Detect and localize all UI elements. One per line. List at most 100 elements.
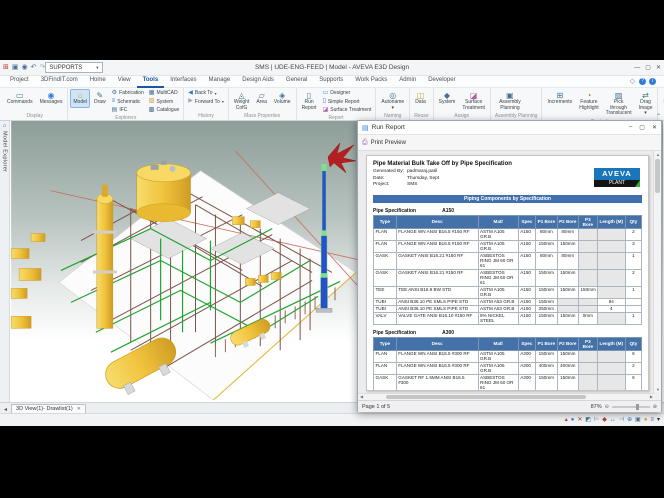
- designer-button[interactable]: ▭Designer: [321, 89, 374, 98]
- table-cell: FLANGE WN ANSI B16.5 #150 RF: [396, 240, 478, 252]
- run-report-button[interactable]: ▯Run Report: [299, 89, 320, 113]
- view-tab-3d[interactable]: 3D View(1)- Drawlist(1) ✕: [11, 404, 86, 413]
- system-button[interactable]: ◆System: [436, 89, 459, 108]
- run-button[interactable]: ⊙Run: [660, 89, 664, 108]
- close-button[interactable]: ✕: [656, 63, 661, 73]
- draw-button[interactable]: ✎Draw: [91, 89, 109, 108]
- status-icon[interactable]: ⊕: [627, 416, 632, 424]
- fabrication-button[interactable]: ⚙Fabrication: [110, 89, 146, 98]
- catalogue-button[interactable]: ▩Catalogue: [147, 106, 181, 115]
- tab-interfaces[interactable]: Interfaces: [164, 75, 202, 88]
- status-icon[interactable]: ≡: [650, 416, 654, 424]
- print-preview-label[interactable]: Print Preview: [371, 140, 406, 146]
- commands-button[interactable]: ▭Commands: [4, 89, 36, 108]
- status-icon[interactable]: ▾: [657, 416, 660, 424]
- styles-icon[interactable]: ◇: [629, 78, 636, 85]
- tab-manage[interactable]: Manage: [203, 75, 237, 88]
- zoom-slider[interactable]: [612, 406, 650, 408]
- tab-scroll-left-icon[interactable]: ◂: [2, 406, 9, 413]
- tab-supports[interactable]: Supports: [313, 75, 349, 88]
- view-tab-close-icon[interactable]: ✕: [77, 406, 81, 412]
- section-header: Pipe SpecificationA150: [373, 208, 642, 214]
- feature-highlight-button[interactable]: ◔Feature Highlight: [576, 89, 601, 113]
- tab-view[interactable]: View: [112, 75, 137, 88]
- scroll-down-icon[interactable]: ▼: [654, 387, 662, 392]
- dialog-minimize-button[interactable]: –: [629, 124, 632, 131]
- system-button[interactable]: ▧System: [147, 98, 181, 107]
- zoom-slider-thumb[interactable]: [636, 404, 639, 410]
- status-icon[interactable]: ✕: [577, 416, 582, 424]
- simple-report-button[interactable]: ▯Simple Report: [321, 98, 374, 107]
- status-icon[interactable]: ▣: [635, 416, 641, 424]
- model-button[interactable]: ⌂Model: [70, 89, 90, 108]
- zoom-in-icon[interactable]: ⊕: [653, 404, 657, 410]
- messages-button[interactable]: ◉Messages: [37, 89, 66, 108]
- drag-image-button[interactable]: ⇄Drag Image ▾: [636, 89, 656, 119]
- tab-developer[interactable]: Developer: [422, 75, 461, 88]
- ribbon-group-naming: ◎Autoname ▾Naming: [376, 88, 410, 120]
- ribbon-collapse-button[interactable]: ⌃: [656, 113, 661, 120]
- tab-3dfindit-com[interactable]: 3DFindIT.com: [35, 75, 84, 88]
- status-icon[interactable]: ▴: [565, 416, 568, 424]
- tab-general[interactable]: General: [280, 75, 313, 88]
- horizontal-scroll-thumb[interactable]: [386, 395, 586, 399]
- pick-through-translucent-button[interactable]: ▨Pick through Translucent: [603, 89, 635, 119]
- tab-tools[interactable]: Tools: [137, 75, 165, 88]
- scroll-up-icon[interactable]: ▲: [654, 152, 662, 157]
- tab-project[interactable]: Project: [4, 75, 35, 88]
- increments-button[interactable]: ⊞Increments: [544, 89, 575, 108]
- multicad-button[interactable]: ▦MultiCAD: [147, 89, 181, 98]
- forward-to-button[interactable]: ▶Forward To▾: [186, 98, 226, 107]
- app-menu-icon[interactable]: ⊞: [3, 63, 9, 72]
- minimize-button[interactable]: —: [634, 63, 640, 73]
- tab-work-packs[interactable]: Work Packs: [349, 75, 393, 88]
- column-header: Qty: [625, 337, 641, 350]
- tab-design-aids[interactable]: Design Aids: [236, 75, 280, 88]
- vertical-scroll-thumb[interactable]: [655, 159, 660, 193]
- preview-vertical-scrollbar[interactable]: ▲ ▼: [653, 151, 661, 393]
- volume-button[interactable]: ◈Volume: [271, 89, 294, 108]
- table-cell: 150mm: [536, 350, 557, 362]
- assembly-planning-button[interactable]: ▣Assembly Planning: [493, 89, 527, 113]
- status-icon[interactable]: ●: [644, 416, 648, 424]
- scroll-left-icon[interactable]: ◀: [360, 394, 363, 399]
- schematic-button[interactable]: ≡Schematic: [110, 98, 146, 107]
- help-icon[interactable]: ?: [639, 78, 646, 85]
- tab-home[interactable]: Home: [84, 75, 112, 88]
- status-icon[interactable]: ●: [571, 416, 575, 424]
- status-icon[interactable]: ⊣: [619, 416, 624, 424]
- restore-button[interactable]: ▢: [645, 63, 651, 73]
- model-explorer-tab[interactable]: Model Explorer: [2, 131, 8, 172]
- about-icon[interactable]: i: [649, 78, 656, 85]
- ifc-button[interactable]: ▤IFC: [110, 106, 146, 115]
- dialog-close-button[interactable]: ✕: [652, 124, 657, 131]
- surface-treatment-button[interactable]: ◪Surface Treatment: [459, 89, 488, 113]
- autoname-button[interactable]: ◎Autoname ▾: [378, 89, 407, 113]
- status-icon[interactable]: ◆: [602, 416, 607, 424]
- back-to-button[interactable]: ◀Back To▾: [186, 89, 226, 98]
- surface-treatment-button[interactable]: ◪Surface Treatment: [321, 106, 374, 115]
- redo-icon[interactable]: ↷: [39, 63, 45, 72]
- back-to-icon: ◀: [188, 90, 193, 97]
- dialog-title-bar[interactable]: ▤ Run Report –▢✕: [358, 121, 661, 135]
- tab-admin[interactable]: Admin: [393, 75, 422, 88]
- scroll-right-icon[interactable]: ▶: [650, 394, 653, 399]
- column-header: Matl: [478, 215, 518, 228]
- zoom-out-icon[interactable]: ⊖: [605, 404, 609, 410]
- save-icon[interactable]: ▣: [12, 63, 19, 72]
- area-button[interactable]: ▱Area: [253, 89, 270, 108]
- print-preview-icon[interactable]: ⎙: [362, 139, 368, 147]
- status-icon[interactable]: ⊢: [594, 416, 599, 424]
- pipe-spec-value: A150: [442, 208, 454, 214]
- weight-cofg-button[interactable]: ◬Weight CofG: [231, 89, 252, 113]
- button-label: Pick through Translucent: [606, 100, 632, 117]
- status-icon[interactable]: ◩: [585, 416, 591, 424]
- quick-access-combo[interactable]: SUPPORTS ▼: [45, 62, 103, 73]
- data-button[interactable]: ◫Data: [412, 89, 429, 108]
- undo-icon[interactable]: ↶: [31, 63, 37, 72]
- plug-icon[interactable]: ◉: [22, 63, 28, 72]
- preview-horizontal-scrollbar[interactable]: ◀ ▶: [358, 393, 655, 400]
- status-icon[interactable]: ↔: [610, 416, 616, 424]
- print-preview-area[interactable]: Pipe Material Bulk Take Off by Pipe Spec…: [358, 151, 655, 393]
- dialog-maximize-button[interactable]: ▢: [639, 124, 645, 131]
